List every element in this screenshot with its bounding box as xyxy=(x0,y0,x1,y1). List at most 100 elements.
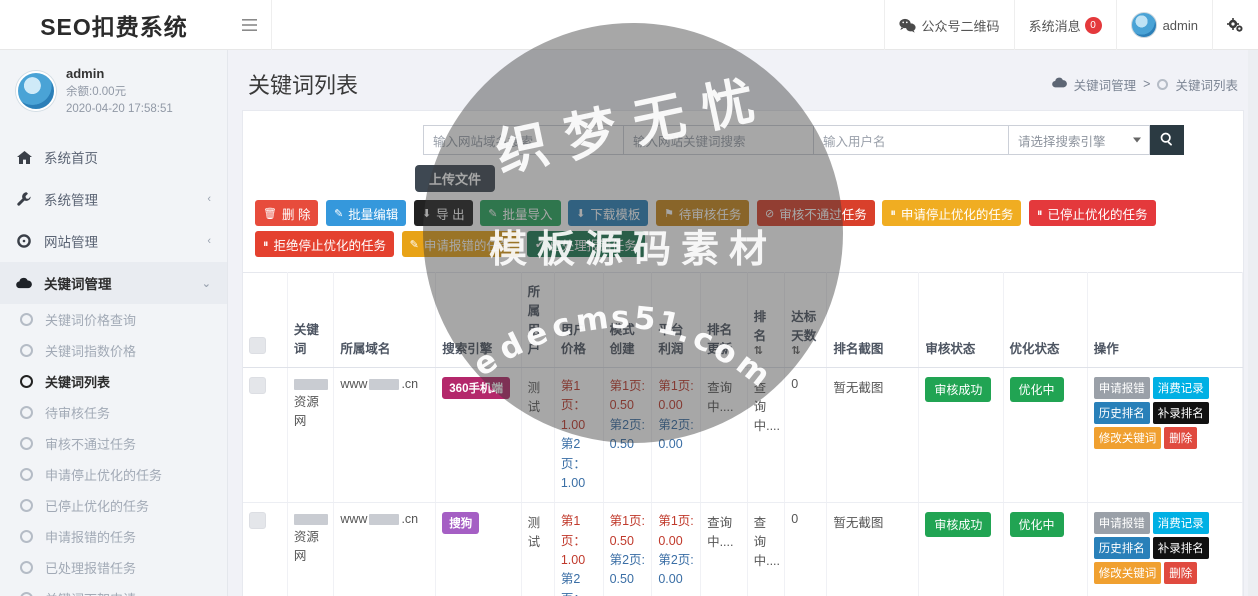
breadcrumb-parent[interactable]: 关键词管理 xyxy=(1074,75,1137,94)
sidebar-item-keyword-list[interactable]: 关键词列表 xyxy=(0,366,227,397)
batch-edit-button[interactable]: ✎批量编辑 xyxy=(326,200,406,226)
sidebar-item-stopped-tasks[interactable]: 已停止优化的任务 xyxy=(0,490,227,521)
pending-audit-tasks-button[interactable]: ⚑ 待审核任务 xyxy=(656,200,749,226)
price-page1-label: 第1页： xyxy=(561,514,586,547)
op-edit-keyword-button[interactable]: 修改关键词 xyxy=(1094,562,1162,584)
sidebar-item-rejected-tasks[interactable]: 审核不通过任务 xyxy=(0,428,227,459)
keyword-search-input[interactable]: 输入网站关键词搜索 xyxy=(623,125,813,155)
sidebar-item-website[interactable]: 网站管理 ‹ xyxy=(0,220,227,262)
page-scrollbar[interactable] xyxy=(1248,50,1258,596)
trash-icon: 🗑 xyxy=(263,207,277,220)
op-consumption-record-button[interactable]: 消费记录 xyxy=(1153,377,1209,399)
handled-error-tasks-button[interactable]: ✔已处理报错任务 xyxy=(527,231,645,257)
flag-icon: ⚑ xyxy=(664,207,674,220)
sidebar-item-keyword-removal-request[interactable]: 关键词下架申请 xyxy=(0,583,227,596)
col-rank[interactable]: 排名⇅ xyxy=(747,273,785,368)
rejected-tasks-button[interactable]: ⊘审核不通过任务 xyxy=(757,200,875,226)
mode-page1-value: 0.50 xyxy=(610,534,634,548)
breadcrumb-separator: > xyxy=(1143,77,1150,91)
op-rank-history-button[interactable]: 历史排名 xyxy=(1094,537,1150,559)
op-backfill-rank-button[interactable]: 补录排名 xyxy=(1153,537,1209,559)
table-row[interactable]: 资源网 www.cn 搜狗 测试 第1页： 1.00 第2页： 1.00 xyxy=(243,503,1243,596)
platform-page2-label: 第2页: xyxy=(658,553,693,567)
sidebar-item-system[interactable]: 系统管理 ‹ xyxy=(0,178,227,220)
sidebar-item-label: 已停止优化的任务 xyxy=(45,496,149,515)
username-search-input[interactable]: 输入用户名 xyxy=(813,125,1008,155)
sidebar-item-handled-error-tasks[interactable]: 已处理报错任务 xyxy=(0,552,227,583)
op-report-error-button[interactable]: 申请报错 xyxy=(1094,377,1150,399)
error-request-tasks-button[interactable]: ✎申请报错的任务 xyxy=(402,231,520,257)
system-messages-button[interactable]: 系统消息 0 xyxy=(1014,0,1116,50)
button-label: 已处理报错任务 xyxy=(549,235,637,254)
stopped-tasks-button[interactable]: ⏸已停止优化的任务 xyxy=(1029,200,1156,226)
checkbox[interactable] xyxy=(249,512,266,529)
col-user-price: 用户价格 xyxy=(554,273,603,368)
checkbox[interactable] xyxy=(249,377,266,394)
download-template-button[interactable]: ⬇下载模板 xyxy=(568,200,648,226)
cell-keyword: 资源网 xyxy=(287,368,334,503)
col-operations: 操作 xyxy=(1087,273,1242,368)
upload-row: 上传文件 xyxy=(243,155,1243,194)
sidebar-item-stop-request-tasks[interactable]: 申请停止优化的任务 xyxy=(0,459,227,490)
sidebar-item-keyword-index-price[interactable]: 关键词指数价格 xyxy=(0,335,227,366)
download-icon: ⬇ xyxy=(576,207,585,220)
cell-user-price: 第1页： 1.00 第2页： 1.00 xyxy=(554,503,603,596)
op-delete-button[interactable]: 删除 xyxy=(1164,562,1197,584)
export-button[interactable]: ⬇导 出 xyxy=(414,200,473,226)
wechat-qr-button[interactable]: 公众号二维码 xyxy=(884,0,1014,50)
sidebar-item-label: 申请停止优化的任务 xyxy=(45,465,162,484)
col-optimize-status: 优化状态 xyxy=(1003,273,1087,368)
op-delete-button[interactable]: 删除 xyxy=(1164,427,1197,449)
system-messages-badge: 0 xyxy=(1085,17,1102,34)
hamburger-icon[interactable] xyxy=(228,0,272,50)
mode-page1-value: 0.50 xyxy=(610,398,634,412)
op-backfill-rank-button[interactable]: 补录排名 xyxy=(1153,402,1209,424)
select-all-header[interactable] xyxy=(243,273,287,368)
row-select-cell[interactable] xyxy=(243,368,287,503)
search-button[interactable] xyxy=(1150,125,1184,155)
op-consumption-record-button[interactable]: 消费记录 xyxy=(1153,512,1209,534)
sidebar-item-error-request-tasks[interactable]: 申请报错的任务 xyxy=(0,521,227,552)
sort-icon[interactable]: ⇅ xyxy=(754,344,779,357)
breadcrumb: 关键词管理 > 关键词列表 xyxy=(1052,75,1238,94)
cell-operations: 申请报错 消费记录 历史排名 补录排名 修改关键词 删除 xyxy=(1087,503,1242,596)
op-report-error-button[interactable]: 申请报错 xyxy=(1094,512,1150,534)
sort-icon[interactable]: ⇅ xyxy=(791,344,820,357)
search-engine-select[interactable]: 请选择搜索引擎 xyxy=(1008,125,1150,155)
wechat-qr-label: 公众号二维码 xyxy=(922,16,1000,35)
platform-page2-value: 0.00 xyxy=(658,572,682,586)
price-page1-value: 1.00 xyxy=(561,553,585,567)
table-row[interactable]: 资源网 www.cn 360手机端 测试 第1页： 1.00 第2页： 1.00 xyxy=(243,368,1243,503)
upload-file-button[interactable]: 上传文件 xyxy=(415,165,495,192)
cell-qualified-days: 0 xyxy=(785,503,827,596)
price-page2-label: 第2页： xyxy=(561,572,586,596)
sidebar-item-keyword-price-query[interactable]: 关键词价格查询 xyxy=(0,304,227,335)
button-label: 待审核任务 xyxy=(679,204,742,223)
mode-page2-label: 第2页: xyxy=(610,553,645,567)
batch-import-button[interactable]: ✎批量导入 xyxy=(480,200,560,226)
op-rank-history-button[interactable]: 历史排名 xyxy=(1094,402,1150,424)
sidebar-item-label: 关键词管理 xyxy=(44,273,112,293)
col-qualified-days[interactable]: 达标天数⇅ xyxy=(785,273,827,368)
cell-domain: www.cn xyxy=(334,368,436,503)
sidebar-item-label: 已处理报错任务 xyxy=(45,558,136,577)
breadcrumb-current: 关键词列表 xyxy=(1175,75,1238,94)
sidebar-menu: 系统首页 系统管理 ‹ 网站管理 ‹ xyxy=(0,132,227,596)
checkbox[interactable] xyxy=(249,337,266,354)
col-label: 达标天数 xyxy=(791,310,816,343)
delete-button[interactable]: 🗑删 除 xyxy=(255,200,318,226)
circle-icon xyxy=(1157,79,1168,90)
user-menu[interactable]: admin xyxy=(1116,0,1212,50)
row-select-cell[interactable] xyxy=(243,503,287,596)
app-logo[interactable]: SEO扣费系统 xyxy=(0,0,228,50)
op-edit-keyword-button[interactable]: 修改关键词 xyxy=(1094,427,1162,449)
stop-request-tasks-button[interactable]: ⏸申请停止优化的任务 xyxy=(882,200,1021,226)
settings-button[interactable] xyxy=(1212,0,1258,50)
refuse-stop-tasks-button[interactable]: ⏸拒绝停止优化的任务 xyxy=(255,231,394,257)
domain-search-input[interactable]: 输入网站域名搜索 xyxy=(423,125,623,155)
sidebar-item-keyword-management[interactable]: 关键词管理 ⌄ xyxy=(0,262,227,304)
price-page1-label: 第1页： xyxy=(561,379,586,412)
sidebar-item-home[interactable]: 系统首页 xyxy=(0,136,227,178)
sidebar-item-pending-audit-tasks[interactable]: 待审核任务 xyxy=(0,397,227,428)
platform-page1-value: 0.00 xyxy=(658,398,682,412)
